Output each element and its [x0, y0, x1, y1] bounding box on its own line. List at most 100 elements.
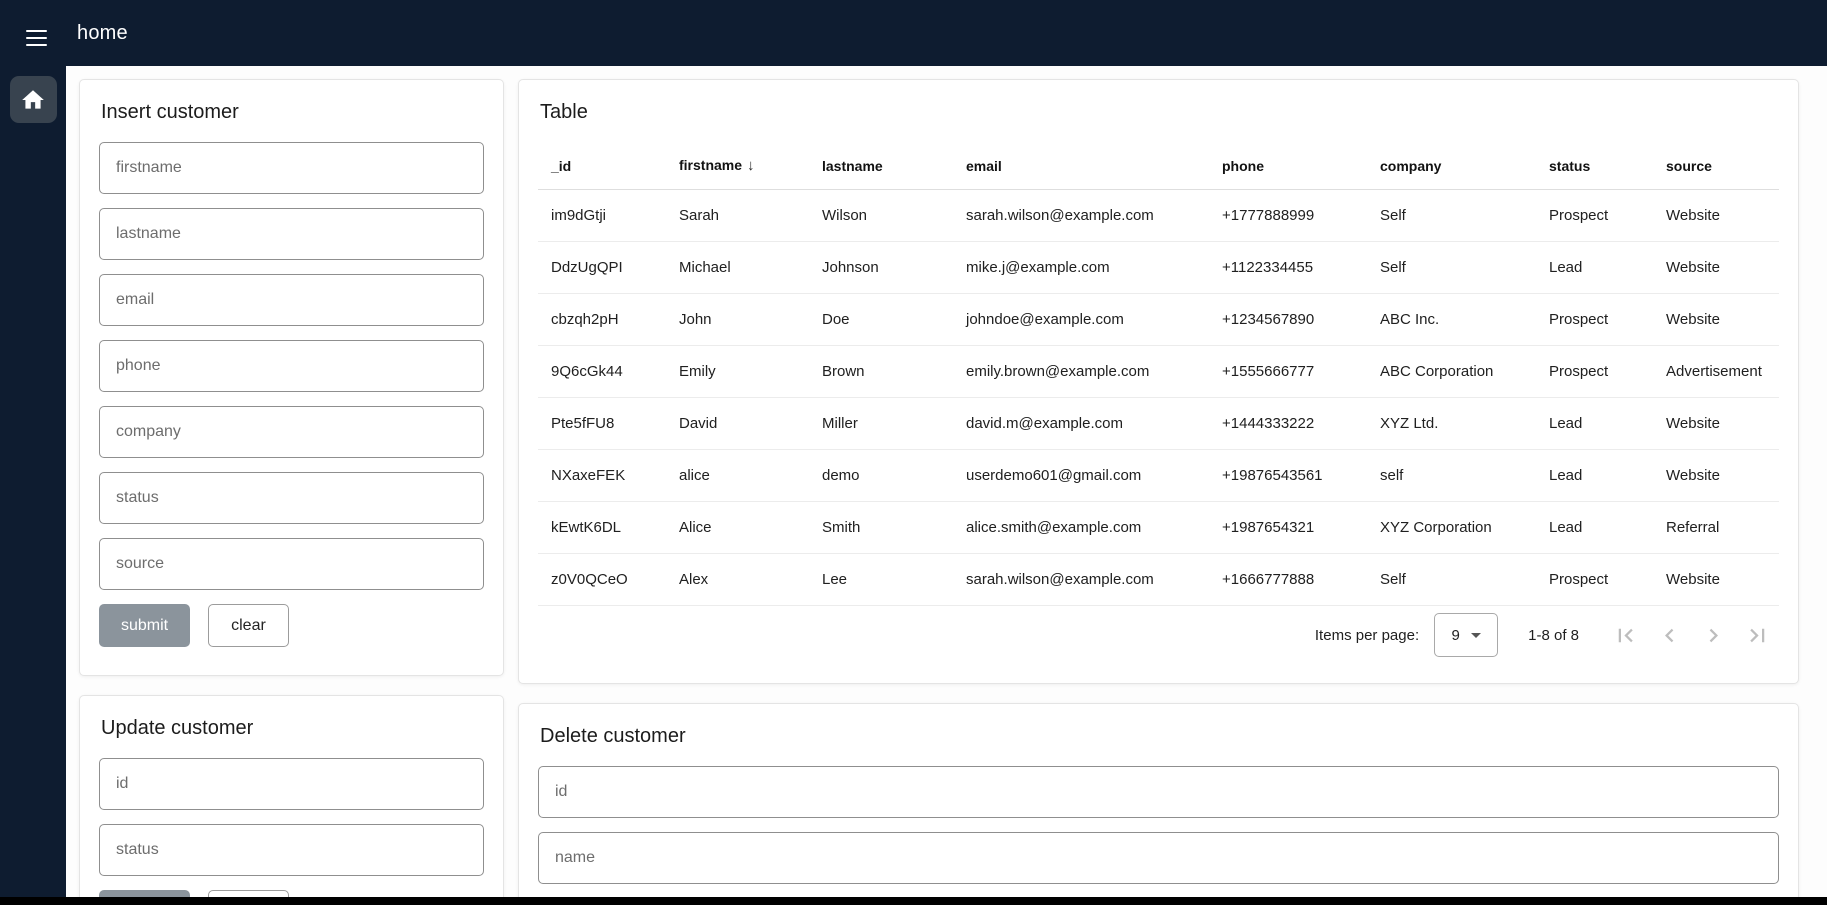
insert-card-title: Insert customer	[101, 101, 484, 124]
cell-id: DdzUgQPI	[538, 259, 666, 276]
cell-email: johndoe@example.com	[953, 311, 1209, 328]
update-card-title: Update customer	[101, 717, 484, 740]
insert-source-input[interactable]	[99, 538, 484, 590]
first-page-button[interactable]	[1603, 613, 1647, 657]
insert-lastname-input[interactable]	[99, 208, 484, 260]
cell-id: Pte5fFU8	[538, 415, 666, 432]
delete-card-title: Delete customer	[540, 725, 1779, 748]
update-customer-card: Update customer submit clear	[79, 695, 504, 897]
dropdown-caret-icon	[1471, 633, 1481, 638]
main-content: Insert customer submit clear Update cust…	[66, 66, 1827, 897]
cell-phone: +1666777888	[1209, 571, 1367, 588]
delete-id-input[interactable]	[538, 766, 1779, 818]
cell-lastname: Wilson	[809, 207, 953, 224]
next-page-button[interactable]	[1691, 613, 1735, 657]
top-navbar: home	[0, 0, 1827, 66]
insert-company-input[interactable]	[99, 406, 484, 458]
cell-email: mike.j@example.com	[953, 259, 1209, 276]
cell-company: XYZ Corporation	[1367, 519, 1536, 536]
cell-id: NXaxeFEK	[538, 467, 666, 484]
column-header-company[interactable]: company	[1367, 158, 1536, 174]
cell-phone: +19876543561	[1209, 467, 1367, 484]
cell-source: Website	[1653, 207, 1779, 224]
cell-status: Prospect	[1536, 571, 1653, 588]
cell-source: Advertisement	[1653, 363, 1779, 380]
sort-arrow-down-icon: ↓	[747, 157, 755, 174]
cell-source: Website	[1653, 415, 1779, 432]
insert-email-input[interactable]	[99, 274, 484, 326]
last-page-button[interactable]	[1735, 613, 1779, 657]
menu-button[interactable]	[18, 12, 55, 54]
cell-source: Website	[1653, 311, 1779, 328]
home-icon	[20, 87, 46, 113]
previous-page-button[interactable]	[1647, 613, 1691, 657]
page-size-select[interactable]: 9	[1434, 613, 1498, 657]
left-column: Insert customer submit clear Update cust…	[79, 79, 504, 897]
update-submit-button[interactable]: submit	[99, 890, 190, 897]
cell-id: kEwtK6DL	[538, 519, 666, 536]
chevron-right-icon	[1700, 622, 1727, 649]
cell-id: im9dGtji	[538, 207, 666, 224]
paginator: Items per page: 9 1-8 of 8	[538, 606, 1779, 664]
column-header-source[interactable]: source	[1653, 158, 1779, 174]
column-header-status[interactable]: status	[1536, 158, 1653, 174]
cell-lastname: demo	[809, 467, 953, 484]
cell-email: sarah.wilson@example.com	[953, 207, 1209, 224]
delete-name-input[interactable]	[538, 832, 1779, 884]
table-row: kEwtK6DL Alice Smith alice.smith@example…	[538, 502, 1779, 554]
cell-phone: +1234567890	[1209, 311, 1367, 328]
cell-status: Prospect	[1536, 363, 1653, 380]
table-row: cbzqh2pH John Doe johndoe@example.com +1…	[538, 294, 1779, 346]
column-header-firstname-label: firstname	[679, 157, 742, 173]
cell-firstname: alice	[666, 467, 809, 484]
table-row: Pte5fFU8 David Miller david.m@example.co…	[538, 398, 1779, 450]
table-body: im9dGtji Sarah Wilson sarah.wilson@examp…	[538, 190, 1779, 606]
update-buttons-row: submit clear	[99, 890, 484, 897]
cell-phone: +1444333222	[1209, 415, 1367, 432]
cell-company: ABC Corporation	[1367, 363, 1536, 380]
sidebar	[0, 66, 66, 897]
column-header-firstname[interactable]: firstname ↓	[666, 157, 809, 174]
cell-lastname: Smith	[809, 519, 953, 536]
cell-source: Referral	[1653, 519, 1779, 536]
update-status-input[interactable]	[99, 824, 484, 876]
cell-phone: +1777888999	[1209, 207, 1367, 224]
cell-phone: +1987654321	[1209, 519, 1367, 536]
cell-company: self	[1367, 467, 1536, 484]
chevron-left-icon	[1656, 622, 1683, 649]
table-row: im9dGtji Sarah Wilson sarah.wilson@examp…	[538, 190, 1779, 242]
column-header-id[interactable]: _id	[538, 158, 666, 174]
insert-clear-button[interactable]: clear	[208, 604, 289, 647]
cell-email: userdemo601@gmail.com	[953, 467, 1209, 484]
insert-submit-button[interactable]: submit	[99, 604, 190, 647]
delete-customer-card: Delete customer submit clear	[518, 703, 1799, 897]
right-column: Table _id firstname↓ lastname email phon…	[518, 79, 1799, 897]
cell-email: sarah.wilson@example.com	[953, 571, 1209, 588]
table-row: z0V0QCeO Alex Lee sarah.wilson@example.c…	[538, 554, 1779, 606]
cell-status: Prospect	[1536, 311, 1653, 328]
cell-id: z0V0QCeO	[538, 571, 666, 588]
table-row: NXaxeFEK alice demo userdemo601@gmail.co…	[538, 450, 1779, 502]
insert-phone-input[interactable]	[99, 340, 484, 392]
cell-status: Lead	[1536, 415, 1653, 432]
cell-firstname: David	[666, 415, 809, 432]
cell-lastname: Doe	[809, 311, 953, 328]
cell-firstname: Sarah	[666, 207, 809, 224]
table-row: DdzUgQPI Michael Johnson mike.j@example.…	[538, 242, 1779, 294]
update-id-input[interactable]	[99, 758, 484, 810]
cell-lastname: Lee	[809, 571, 953, 588]
column-header-phone[interactable]: phone	[1209, 158, 1367, 174]
cell-phone: +1122334455	[1209, 259, 1367, 276]
app-title: home	[77, 22, 128, 45]
insert-status-input[interactable]	[99, 472, 484, 524]
cell-id: cbzqh2pH	[538, 311, 666, 328]
column-header-lastname[interactable]: lastname	[809, 158, 953, 174]
update-clear-button[interactable]: clear	[208, 890, 289, 897]
insert-firstname-input[interactable]	[99, 142, 484, 194]
column-header-email[interactable]: email	[953, 158, 1209, 174]
sidebar-home-button[interactable]	[10, 76, 57, 123]
first-page-icon	[1612, 622, 1639, 649]
cell-company: Self	[1367, 571, 1536, 588]
cell-firstname: Alex	[666, 571, 809, 588]
cell-id: 9Q6cGk44	[538, 363, 666, 380]
